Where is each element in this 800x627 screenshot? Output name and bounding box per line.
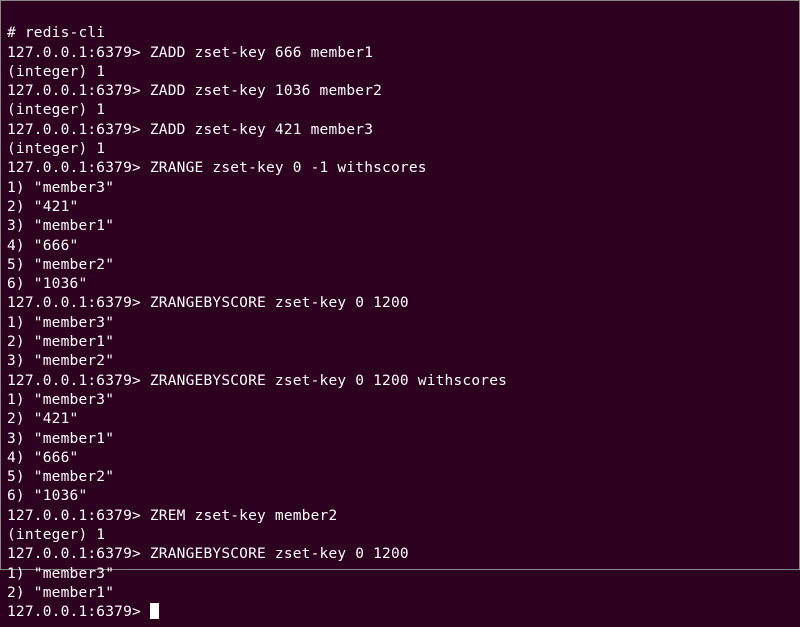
terminal-prompt[interactable]: 127.0.0.1:6379> xyxy=(7,604,150,620)
terminal-line: (integer) 1 xyxy=(7,102,105,118)
terminal-line: 127.0.0.1:6379> ZADD zset-key 421 member… xyxy=(7,122,373,138)
terminal-line: # redis-cli xyxy=(7,25,105,41)
terminal-line: 1) "member3" xyxy=(7,392,114,408)
terminal-line: 127.0.0.1:6379> ZRANGEBYSCORE zset-key 0… xyxy=(7,373,507,389)
cursor-icon xyxy=(150,603,159,619)
terminal-line: (integer) 1 xyxy=(7,527,105,543)
terminal-line: 127.0.0.1:6379> ZADD zset-key 666 member… xyxy=(7,45,373,61)
terminal-line: 127.0.0.1:6379> ZRANGE zset-key 0 -1 wit… xyxy=(7,160,427,176)
terminal-line: 127.0.0.1:6379> ZADD zset-key 1036 membe… xyxy=(7,83,382,99)
terminal-line: 127.0.0.1:6379> ZREM zset-key member2 xyxy=(7,508,337,524)
terminal-line: 127.0.0.1:6379> ZRANGEBYSCORE zset-key 0… xyxy=(7,546,409,562)
terminal[interactable]: # redis-cli 127.0.0.1:6379> ZADD zset-ke… xyxy=(1,1,799,627)
terminal-line: 2) "421" xyxy=(7,411,78,427)
terminal-line: 4) "666" xyxy=(7,238,78,254)
terminal-line: 2) "421" xyxy=(7,199,78,215)
terminal-line: 5) "member2" xyxy=(7,469,114,485)
terminal-line: 1) "member3" xyxy=(7,180,114,196)
terminal-line: 1) "member3" xyxy=(7,315,114,331)
terminal-line: 3) "member2" xyxy=(7,353,114,369)
terminal-line: 6) "1036" xyxy=(7,276,87,292)
terminal-line: 3) "member1" xyxy=(7,218,114,234)
terminal-line: 3) "member1" xyxy=(7,431,114,447)
terminal-line: 4) "666" xyxy=(7,450,78,466)
terminal-line: (integer) 1 xyxy=(7,141,105,157)
terminal-line: 127.0.0.1:6379> ZRANGEBYSCORE zset-key 0… xyxy=(7,295,409,311)
terminal-line: 6) "1036" xyxy=(7,488,87,504)
terminal-line: 2) "member1" xyxy=(7,334,114,350)
terminal-line: 5) "member2" xyxy=(7,257,114,273)
terminal-line: (integer) 1 xyxy=(7,64,105,80)
terminal-line: 2) "member1" xyxy=(7,585,114,601)
terminal-line: 1) "member3" xyxy=(7,566,114,582)
